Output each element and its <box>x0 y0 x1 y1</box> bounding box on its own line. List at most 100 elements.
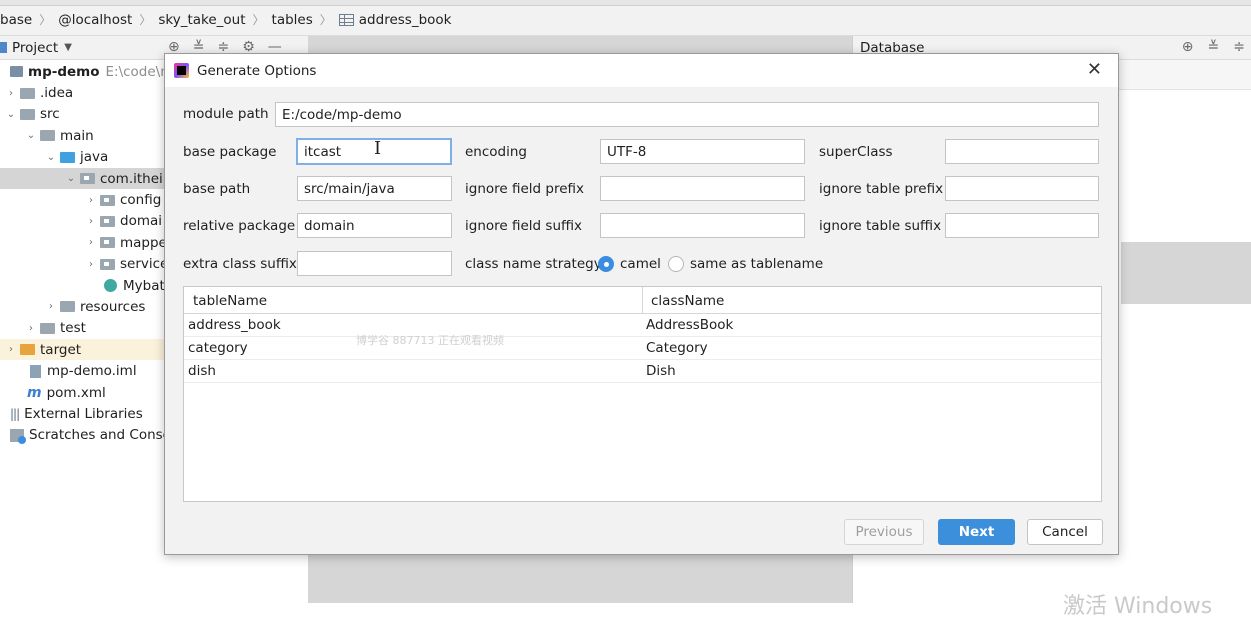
encoding-label: encoding <box>465 144 527 160</box>
collapse-all-icon[interactable]: ≑ <box>1233 39 1245 55</box>
project-view-selector[interactable]: Project ▼ <box>0 40 72 56</box>
previous-button[interactable]: Previous <box>844 519 924 545</box>
cell-class-name[interactable]: Dish <box>646 363 676 379</box>
generate-options-dialog: Generate Options ✕ module path base pack… <box>164 53 1119 555</box>
chevron-right-icon: 〉 <box>39 13 52 27</box>
folder-icon <box>20 108 35 120</box>
ignore-field-suffix-input[interactable] <box>600 213 805 238</box>
chevron-right-icon[interactable]: › <box>6 88 16 99</box>
breadcrumb-item-tables[interactable]: tables <box>272 12 313 28</box>
tree-item-label: Mybat <box>123 277 165 294</box>
package-icon <box>100 215 115 227</box>
dialog-title-bar: Generate Options ✕ <box>165 54 1118 87</box>
tree-item-label: External Libraries <box>24 405 143 422</box>
extra-class-suffix-label: extra class suffix <box>183 256 297 272</box>
super-class-label: superClass <box>819 144 893 160</box>
column-header-class-name[interactable]: className <box>651 293 724 309</box>
chevron-right-icon[interactable]: › <box>46 301 56 312</box>
base-path-label: base path <box>183 181 251 197</box>
ignore-field-suffix-label: ignore field suffix <box>465 218 583 234</box>
project-icon <box>0 42 7 53</box>
radio-camel-label[interactable]: camel <box>620 256 661 272</box>
expand-all-icon[interactable]: ≚ <box>1208 39 1220 55</box>
chevron-right-icon[interactable]: › <box>86 195 96 206</box>
chevron-right-icon[interactable]: › <box>86 259 96 270</box>
tree-item-label: mp-demo.iml <box>47 363 137 380</box>
folder-icon <box>40 130 55 142</box>
ignore-field-prefix-input[interactable] <box>600 176 805 201</box>
maven-icon: m <box>27 384 42 401</box>
ignore-table-suffix-label: ignore table suffix <box>819 218 942 234</box>
tree-item-label: Scratches and Console <box>29 427 183 444</box>
radio-same-as-tablename-label[interactable]: same as tablename <box>690 256 823 272</box>
chevron-right-icon: 〉 <box>252 13 265 27</box>
chevron-down-icon[interactable]: ⌄ <box>46 152 56 163</box>
cell-table-name[interactable]: category <box>188 340 248 356</box>
table-icon <box>338 13 354 26</box>
close-icon[interactable]: ✕ <box>1087 59 1102 80</box>
scratches-icon <box>10 428 26 444</box>
breadcrumb-item-database[interactable]: base <box>0 12 32 28</box>
cell-class-name[interactable]: Category <box>646 340 708 356</box>
chevron-right-icon[interactable]: › <box>86 237 96 248</box>
excluded-folder-icon <box>20 344 35 356</box>
relative-package-label: relative package <box>183 218 296 234</box>
encoding-input[interactable] <box>600 139 805 164</box>
activation-watermark: 激活 Windows <box>1063 594 1213 619</box>
tree-item-label: test <box>60 320 86 337</box>
cell-table-name[interactable]: dish <box>188 363 216 379</box>
module-icon <box>10 66 23 78</box>
table-row[interactable]: dish Dish <box>184 360 1101 383</box>
chevron-down-icon[interactable]: ⌄ <box>6 109 16 120</box>
locate-icon[interactable]: ⊕ <box>1182 39 1194 55</box>
ignore-table-prefix-input[interactable] <box>945 176 1099 201</box>
tree-item-label: main <box>60 127 94 144</box>
table-header: tableName className <box>184 287 1101 314</box>
video-watermark: 博学谷 887713 正在观看视频 <box>356 334 504 347</box>
base-package-label: base package <box>183 144 277 160</box>
library-icon: ||| <box>10 406 20 421</box>
column-header-table-name[interactable]: tableName <box>193 293 267 309</box>
ignore-field-prefix-label: ignore field prefix <box>465 181 585 197</box>
package-icon <box>100 237 115 249</box>
package-icon <box>100 258 115 270</box>
navigation-bar: base 〉 @localhost 〉 sky_take_out 〉 table… <box>0 0 1251 36</box>
module-file-icon <box>30 364 41 378</box>
database-tree-shade <box>1121 242 1251 304</box>
radio-camel[interactable] <box>598 256 614 272</box>
chevron-down-icon[interactable]: ⌄ <box>26 130 36 141</box>
table-row[interactable]: category Category <box>184 337 1101 360</box>
base-path-input[interactable] <box>297 176 452 201</box>
tree-item-label: mappe <box>120 234 167 251</box>
cell-table-name[interactable]: address_book <box>188 317 281 333</box>
extra-class-suffix-input[interactable] <box>297 251 452 276</box>
dropdown-icon: ▼ <box>64 42 72 53</box>
breadcrumb-item-host[interactable]: @localhost <box>58 12 132 28</box>
editor-tab-strip <box>0 0 1251 6</box>
module-path-label: module path <box>183 106 269 122</box>
breadcrumb-item-schema[interactable]: sky_take_out <box>158 12 245 28</box>
table-row[interactable]: address_book AddressBook <box>184 314 1101 337</box>
cell-class-name[interactable]: AddressBook <box>646 317 733 333</box>
chevron-right-icon[interactable]: › <box>26 323 36 334</box>
next-button[interactable]: Next <box>938 519 1015 545</box>
breadcrumb-item-table[interactable]: address_book <box>359 12 452 28</box>
strategy-label: class name strategy <box>465 256 602 272</box>
chevron-right-icon[interactable]: › <box>6 344 16 355</box>
package-icon <box>100 194 115 206</box>
super-class-input[interactable] <box>945 139 1099 164</box>
database-toolbar: ⊕ ≚ ≑ <box>1182 39 1245 55</box>
breadcrumb: base 〉 @localhost 〉 sky_take_out 〉 table… <box>0 11 451 28</box>
relative-package-input[interactable] <box>297 213 452 238</box>
module-path-input[interactable] <box>275 102 1099 127</box>
intellij-app-icon <box>174 63 189 78</box>
chevron-down-icon[interactable]: ⌄ <box>66 173 76 184</box>
radio-same-as-tablename[interactable] <box>668 256 684 272</box>
chevron-right-icon[interactable]: › <box>86 216 96 227</box>
column-divider[interactable] <box>642 287 643 314</box>
tree-item-label: domai <box>120 213 163 230</box>
package-icon <box>80 173 95 185</box>
folder-icon <box>20 87 35 99</box>
ignore-table-suffix-input[interactable] <box>945 213 1099 238</box>
cancel-button[interactable]: Cancel <box>1027 519 1103 545</box>
